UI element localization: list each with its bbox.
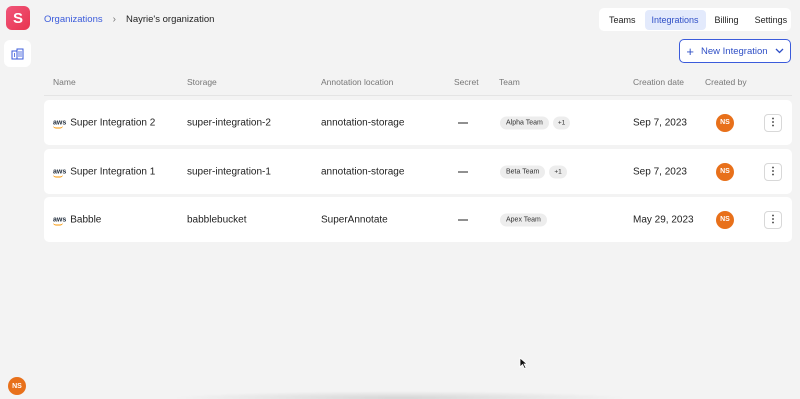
secret-value: — xyxy=(458,166,468,177)
creator-avatar: NS xyxy=(716,113,734,132)
table-header: Name Storage Annotation location Secret … xyxy=(44,74,792,90)
column-header-annotation-location[interactable]: Annotation location xyxy=(321,77,393,87)
header-divider xyxy=(44,95,792,96)
row-menu-button[interactable]: ⋮ xyxy=(764,162,782,181)
annotation-location: annotation-storage xyxy=(321,117,405,128)
logo-letter: S xyxy=(12,9,23,27)
integration-name: Super Integration 1 xyxy=(70,166,156,177)
plus-icon: + xyxy=(686,43,695,59)
integration-name-cell: aws Babble xyxy=(53,214,101,225)
aws-icon: aws xyxy=(53,119,67,128)
organization-rail-button[interactable] xyxy=(4,40,31,67)
team-cell: Beta Team +1 xyxy=(500,165,567,178)
column-header-secret[interactable]: Secret xyxy=(454,77,479,87)
aws-icon: aws xyxy=(53,168,67,177)
creation-date: Sep 7, 2023 xyxy=(633,166,687,177)
app-logo[interactable]: S xyxy=(6,6,30,30)
integration-name: Babble xyxy=(70,214,102,225)
mouse-cursor-icon xyxy=(519,357,528,369)
team-more-badge[interactable]: +1 xyxy=(549,165,567,178)
integration-name-cell: aws Super Integration 2 xyxy=(53,117,155,128)
tab-integrations[interactable]: Integrations xyxy=(644,9,706,30)
tab-billing[interactable]: Billing xyxy=(708,10,746,30)
team-badge: Beta Team xyxy=(500,165,546,178)
team-cell: Apex Team xyxy=(500,213,547,226)
user-avatar-initials: NS xyxy=(12,382,22,390)
creator-avatar: NS xyxy=(716,162,734,181)
storage-name: super-integration-2 xyxy=(187,117,271,128)
column-header-creation-date[interactable]: Creation date xyxy=(633,77,684,87)
column-header-created-by[interactable]: Created by xyxy=(705,77,747,87)
table-row[interactable]: aws Babble babblebucket SuperAnnotate — … xyxy=(44,197,792,242)
left-rail: S NS xyxy=(0,0,36,399)
creation-date: Sep 7, 2023 xyxy=(633,117,687,128)
row-menu-button[interactable]: ⋮ xyxy=(764,210,782,229)
breadcrumb-current: Nayrie's organization xyxy=(125,14,215,25)
tab-settings[interactable]: Settings xyxy=(748,10,795,30)
chevron-down-icon xyxy=(775,48,784,54)
bottom-shadow xyxy=(170,391,630,399)
secret-value: — xyxy=(458,214,468,225)
breadcrumb-separator: › xyxy=(112,14,116,25)
team-badge: Apex Team xyxy=(500,213,547,226)
team-cell: Alpha Team +1 xyxy=(500,116,571,129)
top-nav: Teams Integrations Billing Settings xyxy=(599,8,791,31)
team-more-badge[interactable]: +1 xyxy=(552,116,571,129)
new-integration-button[interactable]: + New Integration xyxy=(679,39,791,63)
column-header-storage[interactable]: Storage xyxy=(187,77,217,87)
creation-date: May 29, 2023 xyxy=(633,214,694,225)
aws-icon: aws xyxy=(53,216,67,225)
integration-name-cell: aws Super Integration 1 xyxy=(53,166,155,177)
column-header-name[interactable]: Name xyxy=(53,77,76,87)
table-row[interactable]: aws Super Integration 2 super-integratio… xyxy=(44,100,792,145)
row-menu-button[interactable]: ⋮ xyxy=(764,113,782,132)
creator-avatar: NS xyxy=(716,210,734,229)
breadcrumb: Organizations › Nayrie's organization xyxy=(44,14,214,25)
storage-name: babblebucket xyxy=(187,214,247,225)
column-header-team[interactable]: Team xyxy=(499,77,520,87)
annotation-location: SuperAnnotate xyxy=(321,214,388,225)
building-icon xyxy=(11,48,24,59)
more-vertical-icon: ⋮ xyxy=(768,116,778,128)
storage-name: super-integration-1 xyxy=(187,166,271,177)
more-vertical-icon: ⋮ xyxy=(768,213,778,225)
integration-name: Super Integration 2 xyxy=(70,117,156,128)
tab-teams[interactable]: Teams xyxy=(602,10,643,30)
table-row[interactable]: aws Super Integration 1 super-integratio… xyxy=(44,149,792,194)
secret-value: — xyxy=(458,117,468,128)
user-avatar[interactable]: NS xyxy=(8,377,26,395)
more-vertical-icon: ⋮ xyxy=(768,165,778,177)
new-integration-label: New Integration xyxy=(701,45,768,57)
breadcrumb-organizations-link[interactable]: Organizations xyxy=(44,14,103,25)
annotation-location: annotation-storage xyxy=(321,166,405,177)
team-badge: Alpha Team xyxy=(500,116,549,129)
